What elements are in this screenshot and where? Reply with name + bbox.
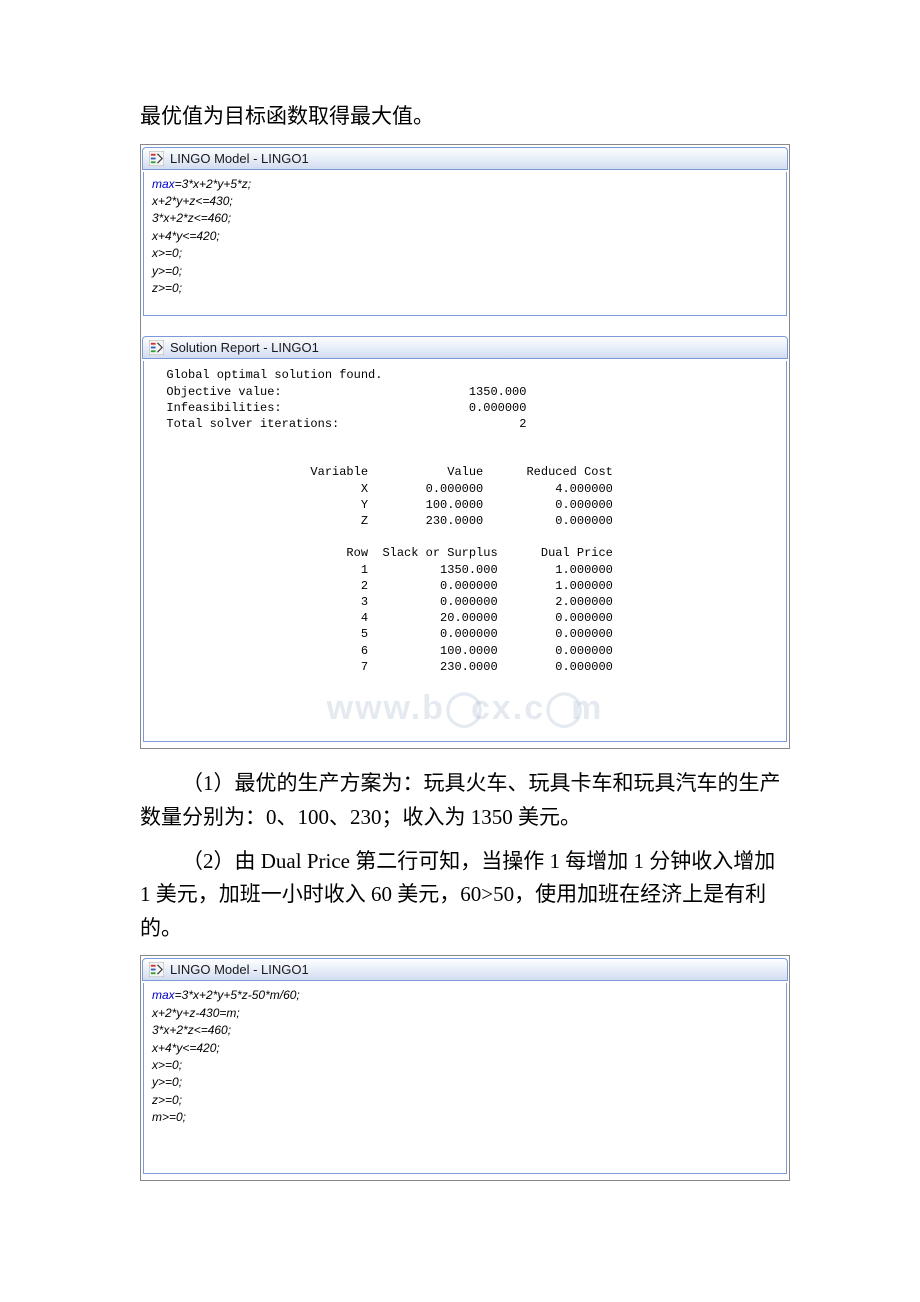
model-line: x+4*y<=420;	[152, 1040, 778, 1057]
model-line: max=3*x+2*y+5*z-50*m/60;	[152, 987, 778, 1004]
model-line: x+4*y<=420;	[152, 228, 778, 245]
model-line: x+2*y+z<=430;	[152, 193, 778, 210]
screenshot-block-1: LINGO Model - LINGO1 max=3*x+2*y+5*z;x+2…	[140, 144, 790, 750]
report-text: Global optimal solution found. Objective…	[152, 367, 778, 675]
lingo-app-icon	[149, 151, 164, 166]
intro-text: 最优值为目标函数取得最大值。	[140, 100, 790, 134]
model-line: x>=0;	[152, 245, 778, 262]
paragraph-2: （2）由 Dual Price 第二行可知，当操作 1 每增加 1 分钟收入增加…	[140, 845, 790, 946]
window-titlebar-report: Solution Report - LINGO1	[142, 336, 788, 359]
screenshot-block-2: LINGO Model - LINGO1 max=3*x+2*y+5*z-50*…	[140, 955, 790, 1181]
paragraph-1: （1）最优的生产方案为：玩具火车、玩具卡车和玩具汽车的生产数量分别为：0、100…	[140, 767, 790, 834]
window-title: Solution Report - LINGO1	[170, 340, 319, 355]
window-titlebar-model-1: LINGO Model - LINGO1	[142, 147, 788, 170]
window-title: LINGO Model - LINGO1	[170, 151, 309, 166]
model-line: y>=0;	[152, 1074, 778, 1091]
watermark-text: www.b◯cx.c◯m	[327, 686, 604, 732]
lingo-app-icon	[149, 340, 164, 355]
model-line: y>=0;	[152, 263, 778, 280]
model-line: x>=0;	[152, 1057, 778, 1074]
model-line: max=3*x+2*y+5*z;	[152, 176, 778, 193]
model-line: x+2*y+z-430=m;	[152, 1005, 778, 1022]
window-titlebar-model-2: LINGO Model - LINGO1	[142, 958, 788, 981]
model-editor-1[interactable]: max=3*x+2*y+5*z;x+2*y+z<=430;3*x+2*z<=46…	[143, 172, 787, 317]
model-line: z>=0;	[152, 280, 778, 297]
model-line: z>=0;	[152, 1092, 778, 1109]
model-editor-2[interactable]: max=3*x+2*y+5*z-50*m/60;x+2*y+z-430=m;3*…	[143, 983, 787, 1174]
model-line: 3*x+2*z<=460;	[152, 210, 778, 227]
lingo-app-icon	[149, 962, 164, 977]
window-title: LINGO Model - LINGO1	[170, 962, 309, 977]
model-line: 3*x+2*z<=460;	[152, 1022, 778, 1039]
solution-report-viewer[interactable]: Global optimal solution found. Objective…	[143, 361, 787, 742]
model-line: m>=0;	[152, 1109, 778, 1126]
